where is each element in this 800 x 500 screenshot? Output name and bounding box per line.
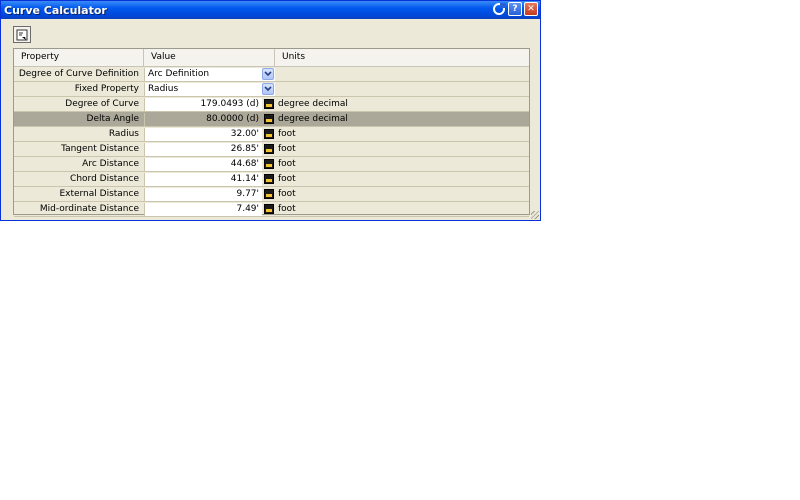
unit-label: foot [278, 189, 296, 199]
dropdown-button[interactable] [262, 83, 274, 95]
calculator-icon [264, 129, 274, 139]
rollup-icon [493, 3, 506, 15]
calculator-button[interactable] [263, 142, 275, 156]
value-cell: 32.00' [144, 127, 275, 141]
chevron-down-icon [264, 86, 272, 92]
calculator-icon [264, 174, 274, 184]
header-property[interactable]: Property [14, 49, 144, 66]
unit-label: foot [278, 204, 296, 214]
window-title: Curve Calculator [4, 3, 107, 17]
calculator-button[interactable] [263, 202, 275, 216]
fixed-property-select[interactable]: Radius [144, 82, 275, 96]
select-value: Radius [144, 83, 275, 96]
calculator-icon [264, 144, 274, 154]
title-bar[interactable]: Curve Calculator ? ✕ [1, 1, 540, 19]
resize-grip[interactable] [531, 211, 539, 219]
property-label: Chord Distance [70, 174, 139, 184]
value-cell: 7.49' [144, 202, 275, 216]
value-text: 41.14' [144, 173, 262, 186]
table-row[interactable]: Degree of Curve 179.0493 (d) degree deci… [14, 97, 529, 112]
value-cell: 41.14' [144, 172, 275, 186]
property-label: Delta Angle [86, 114, 139, 124]
property-label: Degree of Curve [65, 99, 139, 109]
unit-label: foot [278, 144, 296, 154]
unit-label: foot [278, 129, 296, 139]
calculator-button[interactable] [263, 97, 275, 111]
unit-label [275, 67, 529, 81]
table-row[interactable]: Tangent Distance 26.85' foot [14, 142, 529, 157]
unit-label: degree decimal [278, 99, 348, 109]
table-row[interactable]: Chord Distance 41.14' foot [14, 172, 529, 187]
property-label: Degree of Curve Definition [18, 69, 139, 79]
value-cell: Arc Definition [144, 67, 275, 81]
external-distance-input[interactable]: 9.77' [144, 187, 262, 201]
property-label: Tangent Distance [61, 144, 139, 154]
table-row[interactable]: Radius 32.00' foot [14, 127, 529, 142]
header-units[interactable]: Units [275, 49, 529, 66]
title-bar-buttons: ? ✕ [492, 2, 538, 16]
arc-distance-input[interactable]: 44.68' [144, 157, 262, 171]
property-label: Fixed Property [74, 84, 139, 94]
degree-of-curve-input[interactable]: 179.0493 (d) [144, 97, 262, 111]
tangent-distance-input[interactable]: 26.85' [144, 142, 262, 156]
calculator-button[interactable] [263, 187, 275, 201]
close-button[interactable]: ✕ [524, 2, 538, 16]
calculator-icon [264, 204, 274, 214]
value-text: 7.49' [144, 203, 262, 216]
degree-definition-select[interactable]: Arc Definition [144, 67, 275, 81]
table-row[interactable]: Degree of Curve Definition Arc Definitio… [14, 67, 529, 82]
value-cell: 26.85' [144, 142, 275, 156]
calculator-toolbar-icon [16, 29, 28, 40]
unit-label [275, 82, 529, 96]
calculator-button[interactable] [263, 127, 275, 141]
calculator-icon [264, 99, 274, 109]
value-text: 32.00' [144, 128, 262, 141]
unit-label: foot [278, 174, 296, 184]
header-value[interactable]: Value [144, 49, 275, 66]
grid-header: Property Value Units [14, 49, 529, 67]
dropdown-button[interactable] [262, 68, 274, 80]
property-label: Radius [108, 129, 139, 139]
select-value: Arc Definition [144, 68, 275, 81]
value-cell: Radius [144, 82, 275, 96]
value-cell: 44.68' [144, 157, 275, 171]
value-cell: 179.0493 (d) [144, 97, 275, 111]
chevron-down-icon [264, 71, 272, 77]
table-row[interactable]: Fixed Property Radius [14, 82, 529, 97]
value-text: 26.85' [144, 143, 262, 156]
delta-angle-input[interactable]: 80.0000 (d) [144, 112, 262, 126]
table-row[interactable]: Mid-ordinate Distance 7.49' foot [14, 202, 529, 217]
value-cell: 80.0000 (d) [144, 112, 275, 126]
value-text: 9.77' [144, 188, 262, 201]
curve-calculator-window: Curve Calculator ? ✕ Property Value Unit… [0, 0, 541, 221]
value-cell: 9.77' [144, 187, 275, 201]
rollup-button[interactable] [492, 2, 506, 16]
property-label: Arc Distance [82, 159, 139, 169]
calculator-icon [264, 114, 274, 124]
close-icon: ✕ [527, 4, 535, 14]
calculator-icon [264, 189, 274, 199]
mid-ordinate-distance-input[interactable]: 7.49' [144, 202, 262, 216]
table-row[interactable]: External Distance 9.77' foot [14, 187, 529, 202]
help-icon: ? [512, 4, 518, 14]
table-row[interactable]: Arc Distance 44.68' foot [14, 157, 529, 172]
calculator-button[interactable] [263, 157, 275, 171]
calculator-button[interactable] [263, 112, 275, 126]
help-button[interactable]: ? [508, 2, 522, 16]
calculator-button[interactable] [263, 172, 275, 186]
value-text: 44.68' [144, 158, 262, 171]
property-grid: Property Value Units Degree of Curve Def… [13, 48, 530, 217]
calculator-icon [264, 159, 274, 169]
radius-input[interactable]: 32.00' [144, 127, 262, 141]
property-label: External Distance [59, 189, 139, 199]
value-text: 179.0493 (d) [144, 98, 262, 111]
unit-label: foot [278, 159, 296, 169]
calculator-toolbar-button[interactable] [13, 26, 31, 43]
property-label: Mid-ordinate Distance [39, 204, 139, 214]
table-row-selected[interactable]: Delta Angle 80.0000 (d) degree decimal [14, 112, 529, 127]
unit-label: degree decimal [278, 114, 348, 124]
chord-distance-input[interactable]: 41.14' [144, 172, 262, 186]
value-text: 80.0000 (d) [144, 113, 262, 126]
